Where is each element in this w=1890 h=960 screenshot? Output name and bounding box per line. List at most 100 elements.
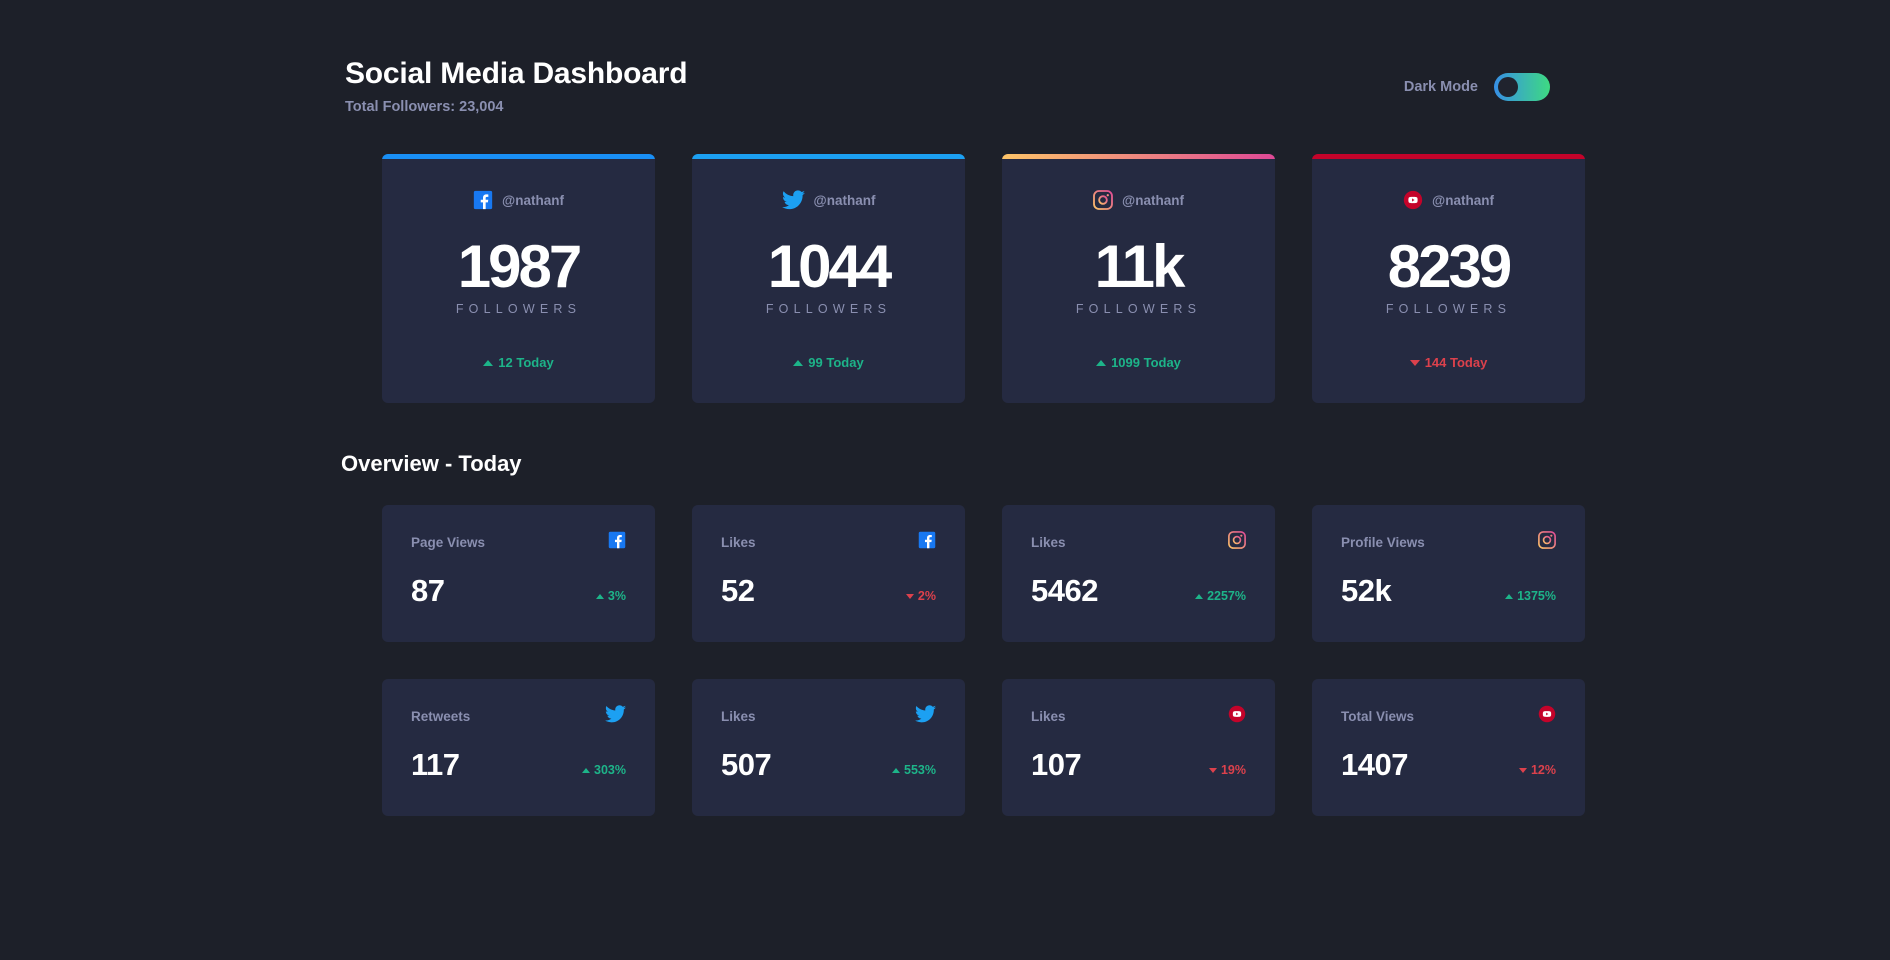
overview-metric-change-text: 19% [1220, 763, 1246, 777]
youtube-icon [1538, 705, 1556, 728]
arrow-down-icon [1208, 767, 1217, 773]
overview-metric-change: 2257% [1195, 589, 1246, 607]
total-followers-subtitle: Total Followers: 23,004 [345, 99, 504, 115]
daily-change: 99 Today [692, 355, 965, 370]
overview-metric-value: 52k [1341, 573, 1392, 608]
twitter-icon [605, 704, 626, 728]
stat-card-twitter[interactable]: @nathanf 1044 FOLLOWERS 99 Today [692, 154, 965, 403]
overview-card-body: 507 553% [721, 749, 936, 781]
overview-card-body: 52 2% [721, 575, 936, 607]
daily-change: 12 Today [382, 355, 655, 370]
overview-metric-label: Profile Views [1341, 534, 1425, 550]
overview-card-header: Total Views [1341, 705, 1556, 727]
overview-metric-value: 87 [411, 573, 445, 608]
stat-card-instagram[interactable]: @nathanf 11k FOLLOWERS 1099 Today [1002, 154, 1275, 403]
daily-change-text: 12 Today [498, 355, 554, 370]
arrow-up-icon [1096, 359, 1107, 366]
overview-card[interactable]: Page Views 87 3% [382, 505, 655, 642]
overview-metric-label: Likes [1031, 708, 1066, 724]
facebook-icon [473, 190, 493, 210]
overview-metric-change: 553% [892, 763, 936, 781]
overview-metric-value: 5462 [1031, 573, 1098, 608]
account-handle: @nathanf [813, 192, 876, 208]
overview-section-title: Overview - Today [341, 451, 522, 476]
arrow-down-icon [1409, 359, 1420, 366]
toggle-knob[interactable] [1498, 77, 1518, 97]
stat-card-facebook[interactable]: @nathanf 1987 FOLLOWERS 12 Today [382, 154, 655, 403]
overview-metric-label: Total Views [1341, 708, 1415, 724]
overview-card[interactable]: Likes 52 2% [692, 505, 965, 642]
overview-card[interactable]: Likes 507 553% [692, 679, 965, 816]
stat-card-youtube[interactable]: @nathanf 8239 FOLLOWERS 144 Today [1312, 154, 1585, 403]
arrow-up-icon [582, 767, 591, 773]
arrow-up-icon [793, 359, 804, 366]
instagram-icon [1228, 530, 1246, 554]
overview-card[interactable]: Total Views 1407 12% [1312, 679, 1585, 816]
facebook-icon [608, 531, 626, 554]
overview-metric-change-text: 3% [607, 589, 626, 603]
followers-caption: FOLLOWERS [1385, 302, 1512, 316]
overview-metric-label: Retweets [411, 708, 471, 724]
content-wrapper: Social Media Dashboard Total Followers: … [300, 0, 1590, 816]
daily-change: 1099 Today [1002, 355, 1275, 370]
overview-card-body: 117 303% [411, 749, 626, 781]
arrow-up-icon [595, 593, 604, 599]
overview-card-body: 52k 1375% [1341, 575, 1556, 607]
overview-metric-value: 507 [721, 747, 772, 782]
overview-metric-change: 2% [905, 589, 936, 607]
overview-card[interactable]: Likes 5462 2257% [1002, 505, 1275, 642]
followers-caption: FOLLOWERS [455, 302, 582, 316]
followers-caption: FOLLOWERS [765, 302, 892, 316]
overview-metric-change: 12% [1518, 763, 1556, 781]
overview-metric-label: Likes [1031, 534, 1066, 550]
arrow-up-icon [1195, 593, 1204, 599]
overview-card[interactable]: Profile Views 52k 1375% [1312, 505, 1585, 642]
follower-count: 11k [1094, 233, 1186, 300]
overview-metric-change-text: 2257% [1207, 589, 1246, 603]
twitter-icon [781, 190, 805, 210]
overview-metric-change: 1375% [1505, 589, 1556, 607]
title-block: Social Media Dashboard Total Followers: … [304, 56, 688, 115]
daily-change-text: 1099 Today [1111, 355, 1181, 370]
overview-card-header: Profile Views [1341, 530, 1556, 554]
twitter-icon [915, 704, 936, 728]
follower-count: 8239 [1387, 233, 1512, 300]
facebook-icon [918, 531, 936, 554]
daily-change: 144 Today [1312, 355, 1585, 370]
account-handle: @nathanf [502, 192, 564, 208]
handle-row: @nathanf [692, 189, 965, 211]
overview-metric-change-text: 553% [904, 763, 936, 777]
daily-change-text: 144 Today [1424, 355, 1488, 370]
overview-metric-label: Page Views [411, 534, 486, 550]
overview-card[interactable]: Likes 107 19% [1002, 679, 1275, 816]
overview-card-header: Retweets [411, 704, 626, 728]
arrow-up-icon [892, 767, 901, 773]
card-accent-bar-twitter [692, 154, 965, 159]
overview-cards: Page Views 87 3% Likes 52 2% Likes 5462 … [300, 505, 1590, 816]
account-handle: @nathanf [1122, 192, 1184, 208]
dark-mode-toggle[interactable] [1494, 73, 1550, 101]
follower-stat-cards: @nathanf 1987 FOLLOWERS 12 Today @nathan… [300, 154, 1590, 403]
youtube-icon [1228, 705, 1246, 728]
follower-count: 1987 [457, 233, 582, 300]
overview-metric-change-text: 303% [594, 763, 626, 777]
page-title: Social Media Dashboard [345, 57, 688, 90]
handle-row: @nathanf [382, 189, 655, 211]
overview-card[interactable]: Retweets 117 303% [382, 679, 655, 816]
overview-metric-value: 52 [721, 573, 755, 608]
daily-change-text: 99 Today [808, 355, 864, 370]
overview-metric-change: 19% [1208, 763, 1246, 781]
overview-metric-change-text: 12% [1530, 763, 1556, 777]
overview-metric-value: 107 [1031, 747, 1082, 782]
follower-count: 1044 [767, 233, 892, 300]
overview-metric-value: 117 [411, 747, 460, 782]
overview-metric-change-text: 1375% [1517, 589, 1556, 603]
overview-metric-change-text: 2% [917, 589, 936, 603]
handle-row: @nathanf [1002, 189, 1275, 211]
arrow-up-icon [1505, 593, 1514, 599]
followers-caption: FOLLOWERS [1075, 302, 1202, 316]
instagram-icon [1538, 530, 1556, 554]
overview-metric-label: Likes [721, 708, 756, 724]
overview-card-body: 107 19% [1031, 749, 1246, 781]
youtube-icon [1403, 190, 1423, 210]
